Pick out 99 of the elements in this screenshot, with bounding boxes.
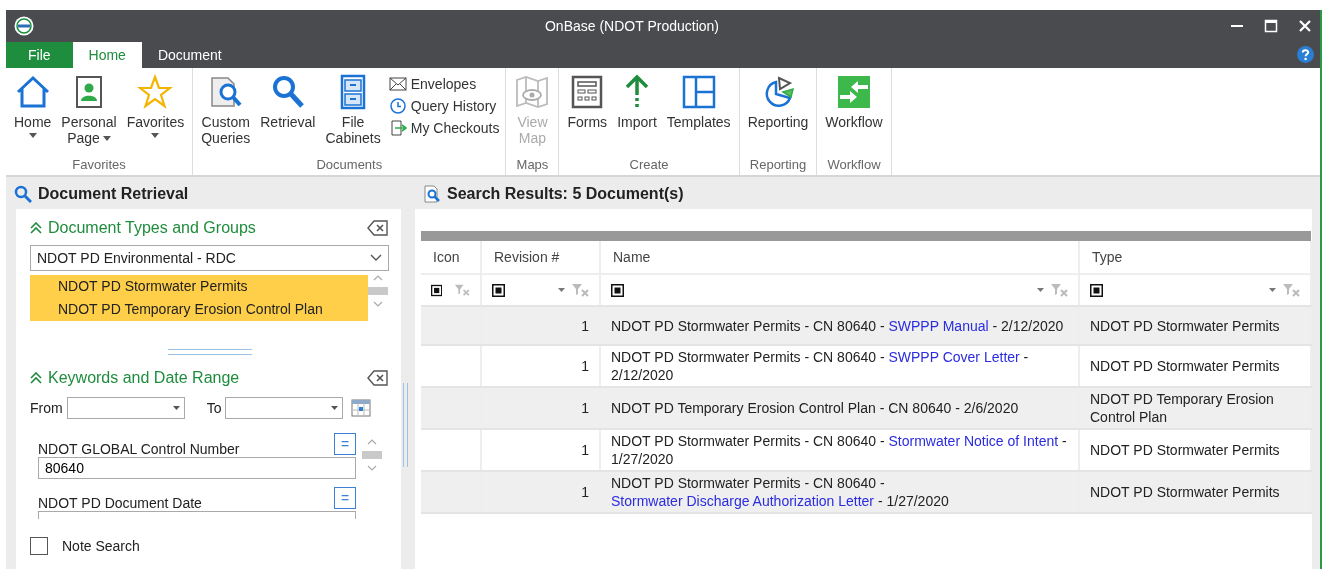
checkbox[interactable]: [30, 537, 48, 555]
column-header[interactable]: Type: [1079, 241, 1311, 274]
filter-checkbox-icon[interactable]: [492, 283, 505, 297]
operator-button[interactable]: =: [334, 487, 356, 509]
table-cell: 1: [481, 387, 600, 429]
file-menu-tab[interactable]: File: [6, 42, 73, 68]
table-cell: NDOT PD Stormwater Permits: [1079, 471, 1311, 513]
operator-button[interactable]: =: [334, 433, 356, 455]
maximize-icon[interactable]: [1264, 19, 1278, 33]
filter-checkbox-icon[interactable]: [431, 283, 443, 297]
caret-icon: [102, 136, 111, 141]
section-title: Document Types and Groups: [48, 219, 257, 237]
ribbon-button[interactable]: File Cabinets: [321, 68, 385, 157]
dropdown-arrow-icon: [331, 406, 339, 410]
group-dropdown[interactable]: NDOT PD Environmental - RDC: [30, 245, 389, 271]
chevron-down-icon: [370, 254, 382, 262]
table-cell: NDOT PD Temporary Erosion Control Plan: [1079, 387, 1311, 429]
dropdown-arrow-icon[interactable]: [558, 288, 565, 292]
dropdown-arrow-icon[interactable]: [1269, 288, 1276, 292]
keyword-field[interactable]: [38, 511, 356, 519]
scroll-up-icon[interactable]: [367, 439, 377, 445]
table-cell: NDOT PD Stormwater Permits: [1079, 306, 1311, 345]
checkbox-label: Note Search: [62, 538, 140, 554]
column-header[interactable]: Icon: [421, 241, 481, 274]
scroll-up-icon[interactable]: [373, 275, 383, 281]
window-title: OnBase (NDOT Production): [544, 18, 720, 34]
ribbon-button[interactable]: Personal Page: [57, 68, 121, 157]
table-cell: NDOT PD Stormwater Permits - CN 80640 - Stormwater Discharge Authorization Letter - 1/27/2020: [600, 471, 1079, 513]
scroll-down-icon[interactable]: [367, 465, 377, 471]
ribbon-tab[interactable]: Document: [141, 42, 238, 68]
ribbon-button[interactable]: My Checkouts: [386, 118, 502, 138]
help-icon[interactable]: [1297, 46, 1314, 63]
group-label: Reporting: [748, 157, 808, 174]
filter-checkbox-icon[interactable]: [1090, 283, 1103, 297]
field-label: NDOT PD Document Date: [38, 495, 202, 511]
group-label: Create: [628, 157, 670, 174]
ribbon-button[interactable]: Envelopes: [386, 74, 502, 94]
house-icon: [14, 74, 51, 110]
filter-checkbox-icon[interactable]: [611, 283, 624, 297]
scrollbar-thumb[interactable]: [362, 451, 382, 459]
caret-icon: [28, 133, 37, 138]
document-type-item[interactable]: NDOT PD Temporary Erosion Control Plan: [30, 298, 368, 321]
field-label: From: [30, 400, 63, 416]
ribbon-button[interactable]: Forms: [563, 68, 612, 157]
clear-icon[interactable]: [367, 219, 389, 237]
clock-icon: [388, 98, 407, 114]
panel-title: Document Retrieval: [38, 185, 189, 203]
document-type-item[interactable]: NDOT PD Stormwater Permits: [30, 275, 368, 298]
ribbon-button[interactable]: Query History: [386, 96, 502, 116]
document-link[interactable]: Stormwater Discharge Authorization Letter: [611, 493, 874, 509]
ribbon-button[interactable]: Reporting: [743, 68, 813, 157]
group-label: Documents: [315, 157, 384, 174]
caret-icon: [151, 133, 160, 138]
scrollbar-thumb[interactable]: [368, 287, 388, 295]
scroll-down-icon[interactable]: [373, 301, 383, 307]
ribbon-button[interactable]: Home: [10, 68, 56, 157]
document-link[interactable]: Stormwater Notice of Intent: [888, 433, 1059, 449]
layout-icon: [680, 74, 717, 110]
field-label: To: [206, 400, 222, 416]
ribbon-tab[interactable]: Home: [72, 42, 142, 68]
ribbon-button[interactable]: Workflow: [821, 68, 887, 157]
section-title: Keywords and Date Range: [48, 369, 241, 387]
ribbon-button[interactable]: Templates: [662, 68, 735, 157]
star-icon: [137, 74, 174, 110]
table-cell: NDOT PD Stormwater Permits - CN 80640 - SWPPP Manual - 2/12/2020: [600, 306, 1079, 345]
checkout-icon: [388, 120, 407, 136]
clear-icon[interactable]: [367, 369, 389, 387]
close-icon[interactable]: [1298, 19, 1312, 33]
ribbon-button[interactable]: Custom Queries: [197, 68, 255, 157]
dropdown-arrow-icon: [172, 406, 180, 410]
column-header[interactable]: Revision #: [481, 241, 600, 274]
ribbon-button[interactable]: Favorites: [122, 68, 189, 157]
document-search-icon: [423, 185, 441, 203]
field-label: NDOT GLOBAL Control Number: [38, 441, 240, 457]
column-header[interactable]: Name: [600, 241, 1079, 274]
document-link[interactable]: SWPPP Cover Letter: [888, 349, 1020, 365]
workflow-icon: [836, 74, 872, 110]
keyword-field[interactable]: 80640: [38, 457, 356, 479]
group-label: Workflow: [826, 157, 882, 174]
panel-title: Search Results: 5 Document(s): [447, 185, 684, 203]
collapse-icon[interactable]: [30, 222, 42, 234]
app-logo: [14, 16, 34, 36]
splitter-handle[interactable]: [167, 349, 252, 355]
date-field[interactable]: [225, 397, 344, 419]
envelope-icon: [388, 76, 407, 92]
search-icon: [14, 185, 32, 203]
table-cell: NDOT PD Temporary Erosion Control Plan - CN 80640 - 2/6/2020: [600, 387, 1079, 429]
document-link[interactable]: SWPPP Manual: [888, 317, 989, 334]
map-eye-icon: [514, 74, 551, 110]
table-cell: 1: [481, 306, 600, 345]
group-label: Maps: [515, 157, 550, 174]
calendar-icon[interactable]: [351, 398, 372, 418]
ribbon-button[interactable]: Retrieval: [256, 68, 320, 157]
dropdown-arrow-icon[interactable]: [1037, 288, 1044, 292]
date-field[interactable]: [66, 397, 185, 419]
group-label: Favorites: [71, 157, 127, 174]
table-cell: 1: [481, 471, 600, 513]
collapse-icon[interactable]: [30, 372, 42, 384]
ribbon-button[interactable]: Import: [613, 68, 661, 157]
